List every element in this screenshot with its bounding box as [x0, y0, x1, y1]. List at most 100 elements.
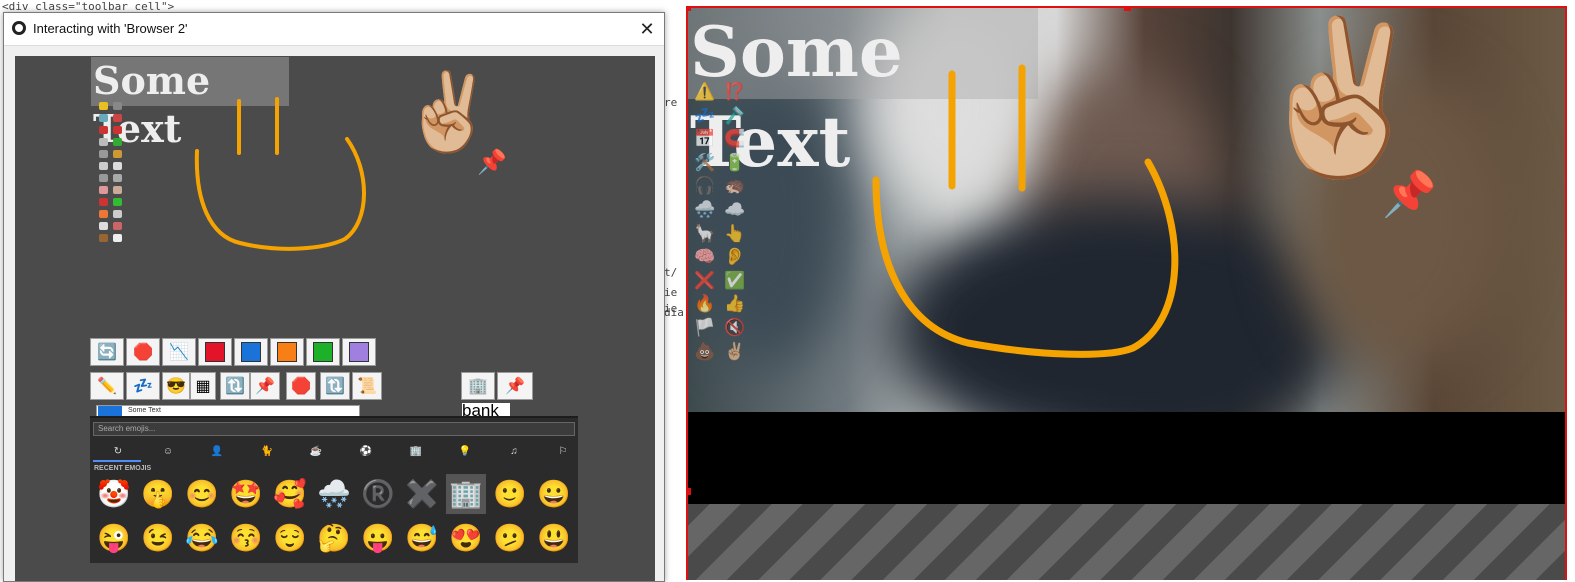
pushpin-button[interactable]: 📌: [497, 372, 533, 400]
emoji-button[interactable]: 🤩: [226, 474, 266, 514]
pushpin-icon: 📌: [1382, 170, 1437, 219]
code-line: dia: [664, 306, 684, 319]
recent-icon[interactable]: ↻: [110, 446, 126, 460]
scroll-icon: 📜: [357, 378, 377, 395]
emoji-button[interactable]: 😉: [138, 518, 178, 558]
zzz-button[interactable]: 💤: [126, 372, 160, 400]
activity-icon[interactable]: ⚽: [358, 446, 374, 460]
animal-icon[interactable]: 🐈: [259, 446, 275, 460]
close-button[interactable]: ✕: [636, 18, 658, 40]
sunglasses-button[interactable]: 😎: [162, 372, 190, 400]
emoji-button[interactable]: 😊: [182, 474, 222, 514]
emoji-button[interactable]: 😍: [446, 518, 486, 558]
color-purple-button[interactable]: [342, 338, 376, 366]
side-icon: 👆: [724, 223, 746, 243]
side-icon: 💤: [694, 105, 716, 125]
refresh-icon: 🔄: [97, 344, 117, 361]
pencil-button[interactable]: ✏️: [90, 372, 124, 400]
emoji-button[interactable]: ®️: [358, 474, 398, 514]
black-letterbox: [688, 412, 1565, 504]
side-icon: ❌: [694, 270, 716, 290]
refresh-button[interactable]: 🔄: [90, 338, 124, 366]
side-icon: 🛠️: [694, 152, 716, 172]
side-icon: 💩: [694, 341, 716, 361]
side-icon: 🏳️: [694, 318, 716, 337]
recent-emojis-label: RECENT EMOJIS: [94, 465, 152, 472]
smiley-icon[interactable]: ☺: [160, 446, 176, 460]
resize-handle[interactable]: [688, 8, 691, 11]
side-icon: 👍: [724, 294, 746, 314]
emoji-button[interactable]: 😃: [534, 518, 574, 558]
emoji-button[interactable]: 🤡: [94, 474, 134, 514]
side-icon: ✌🏼: [724, 341, 746, 361]
emoji-grid: 🤡 🤫 😊 🤩 🥰 🌨️ ®️ ✖️ 🏢 🙂 😀 😜 😉 😂 😚 😌 🤔 😛 😅 😍 🫤 😃: [94, 474, 578, 562]
red-swatch: [205, 342, 225, 362]
food-icon[interactable]: ☕: [308, 446, 324, 460]
blue-swatch: [241, 342, 261, 362]
chart-button[interactable]: 📉: [162, 338, 196, 366]
arrows-icon: 🔃: [325, 378, 345, 395]
symbols-icon[interactable]: ♫: [506, 446, 522, 460]
pencil-icon: ✏️: [97, 378, 117, 395]
color-blue-button[interactable]: [234, 338, 268, 366]
emoji-button[interactable]: 🤔: [314, 518, 354, 558]
stop-icon: 🛑: [291, 378, 311, 395]
peace-hand-icon: ✌🏼: [1248, 13, 1435, 181]
side-icon: 🪒: [724, 105, 746, 125]
person-icon[interactable]: 👤: [209, 446, 225, 460]
arrows-button[interactable]: 🔃: [320, 372, 350, 400]
stop-button[interactable]: 🛑: [126, 338, 160, 366]
emoji-picker: Search emojis... ↻ ☺ 👤 🐈 ☕ ⚽ 🏢 💡 ♫ ⚐ REC…: [90, 416, 578, 563]
purple-swatch: [349, 342, 369, 362]
emoji-button[interactable]: 🫤: [490, 518, 530, 558]
resize-handle[interactable]: [688, 488, 691, 495]
emoji-button[interactable]: ✖️: [402, 474, 442, 514]
side-icon: 🎧: [694, 176, 716, 196]
emoji-search-input[interactable]: Search emojis...: [93, 422, 575, 436]
emoji-button[interactable]: 🤫: [138, 474, 178, 514]
emoji-button[interactable]: 😌: [270, 518, 310, 558]
emoji-button[interactable]: 😜: [94, 518, 134, 558]
flag-icon[interactable]: ⚐: [555, 446, 571, 460]
emoji-button[interactable]: 🙂: [490, 474, 530, 514]
pushpin-button[interactable]: 📌: [250, 372, 280, 400]
objects-icon[interactable]: 💡: [457, 446, 473, 460]
toolbar-row-1: 🔄 🛑 📉: [90, 338, 390, 368]
scroll-button[interactable]: 📜: [352, 372, 382, 400]
side-icon: 🦙: [694, 223, 716, 243]
emoji-button[interactable]: 🌨️: [314, 474, 354, 514]
grid-button[interactable]: ▦: [190, 372, 216, 400]
code-line: ie: [664, 286, 678, 299]
building-button[interactable]: 🏢: [461, 372, 495, 400]
side-icon: ⁉️: [724, 82, 746, 101]
side-icon: 🌨️: [694, 200, 716, 219]
pushpin-icon: 📌: [477, 149, 507, 176]
emoji-button[interactable]: 🏢: [446, 474, 486, 514]
office-building-icon: 🏢: [468, 378, 488, 395]
emoji-button[interactable]: 😛: [358, 518, 398, 558]
building-icon[interactable]: 🏢: [408, 446, 424, 460]
dialog-titlebar[interactable]: Interacting with 'Browser 2' ✕: [4, 13, 664, 46]
text-input[interactable]: Some Text: [128, 407, 161, 414]
emoji-button[interactable]: 🥰: [270, 474, 310, 514]
resize-handle[interactable]: [1124, 8, 1131, 11]
stop-icon: 🛑: [133, 344, 153, 361]
orange-swatch: [277, 342, 297, 362]
side-icon: ✅: [724, 270, 746, 290]
side-icon: 🧲: [724, 129, 746, 149]
color-green-button[interactable]: [306, 338, 340, 366]
side-icon: ⚠️: [694, 82, 716, 101]
emoji-button[interactable]: 😂: [182, 518, 222, 558]
orange-drawing: [194, 97, 366, 251]
color-orange-button[interactable]: [270, 338, 304, 366]
color-red-button[interactable]: [198, 338, 232, 366]
side-icon: 🔥: [694, 294, 716, 314]
arrows-button[interactable]: 🔃: [220, 372, 250, 400]
side-icon: 👂: [724, 247, 746, 267]
preview-canvas[interactable]: Some Text ⚠️ ⁉️ 💤 🪒 📅 🧲 🛠️ 🔋 🎧 🦔 🌨️ ☁️ 🦙 👆 🧠 👂 ❌ ✅ 🔥 👍 🏳️ 🔇 💩 ✌…: [686, 6, 1567, 580]
stop-button[interactable]: 🛑: [286, 372, 316, 400]
toolbar-row-2: ✏️ 💤 😎 ▦ 🔃 📌 🛑 🔃 📜: [90, 372, 390, 402]
emoji-button[interactable]: 😅: [402, 518, 442, 558]
emoji-button[interactable]: 😚: [226, 518, 266, 558]
emoji-button[interactable]: 😀: [534, 474, 574, 514]
